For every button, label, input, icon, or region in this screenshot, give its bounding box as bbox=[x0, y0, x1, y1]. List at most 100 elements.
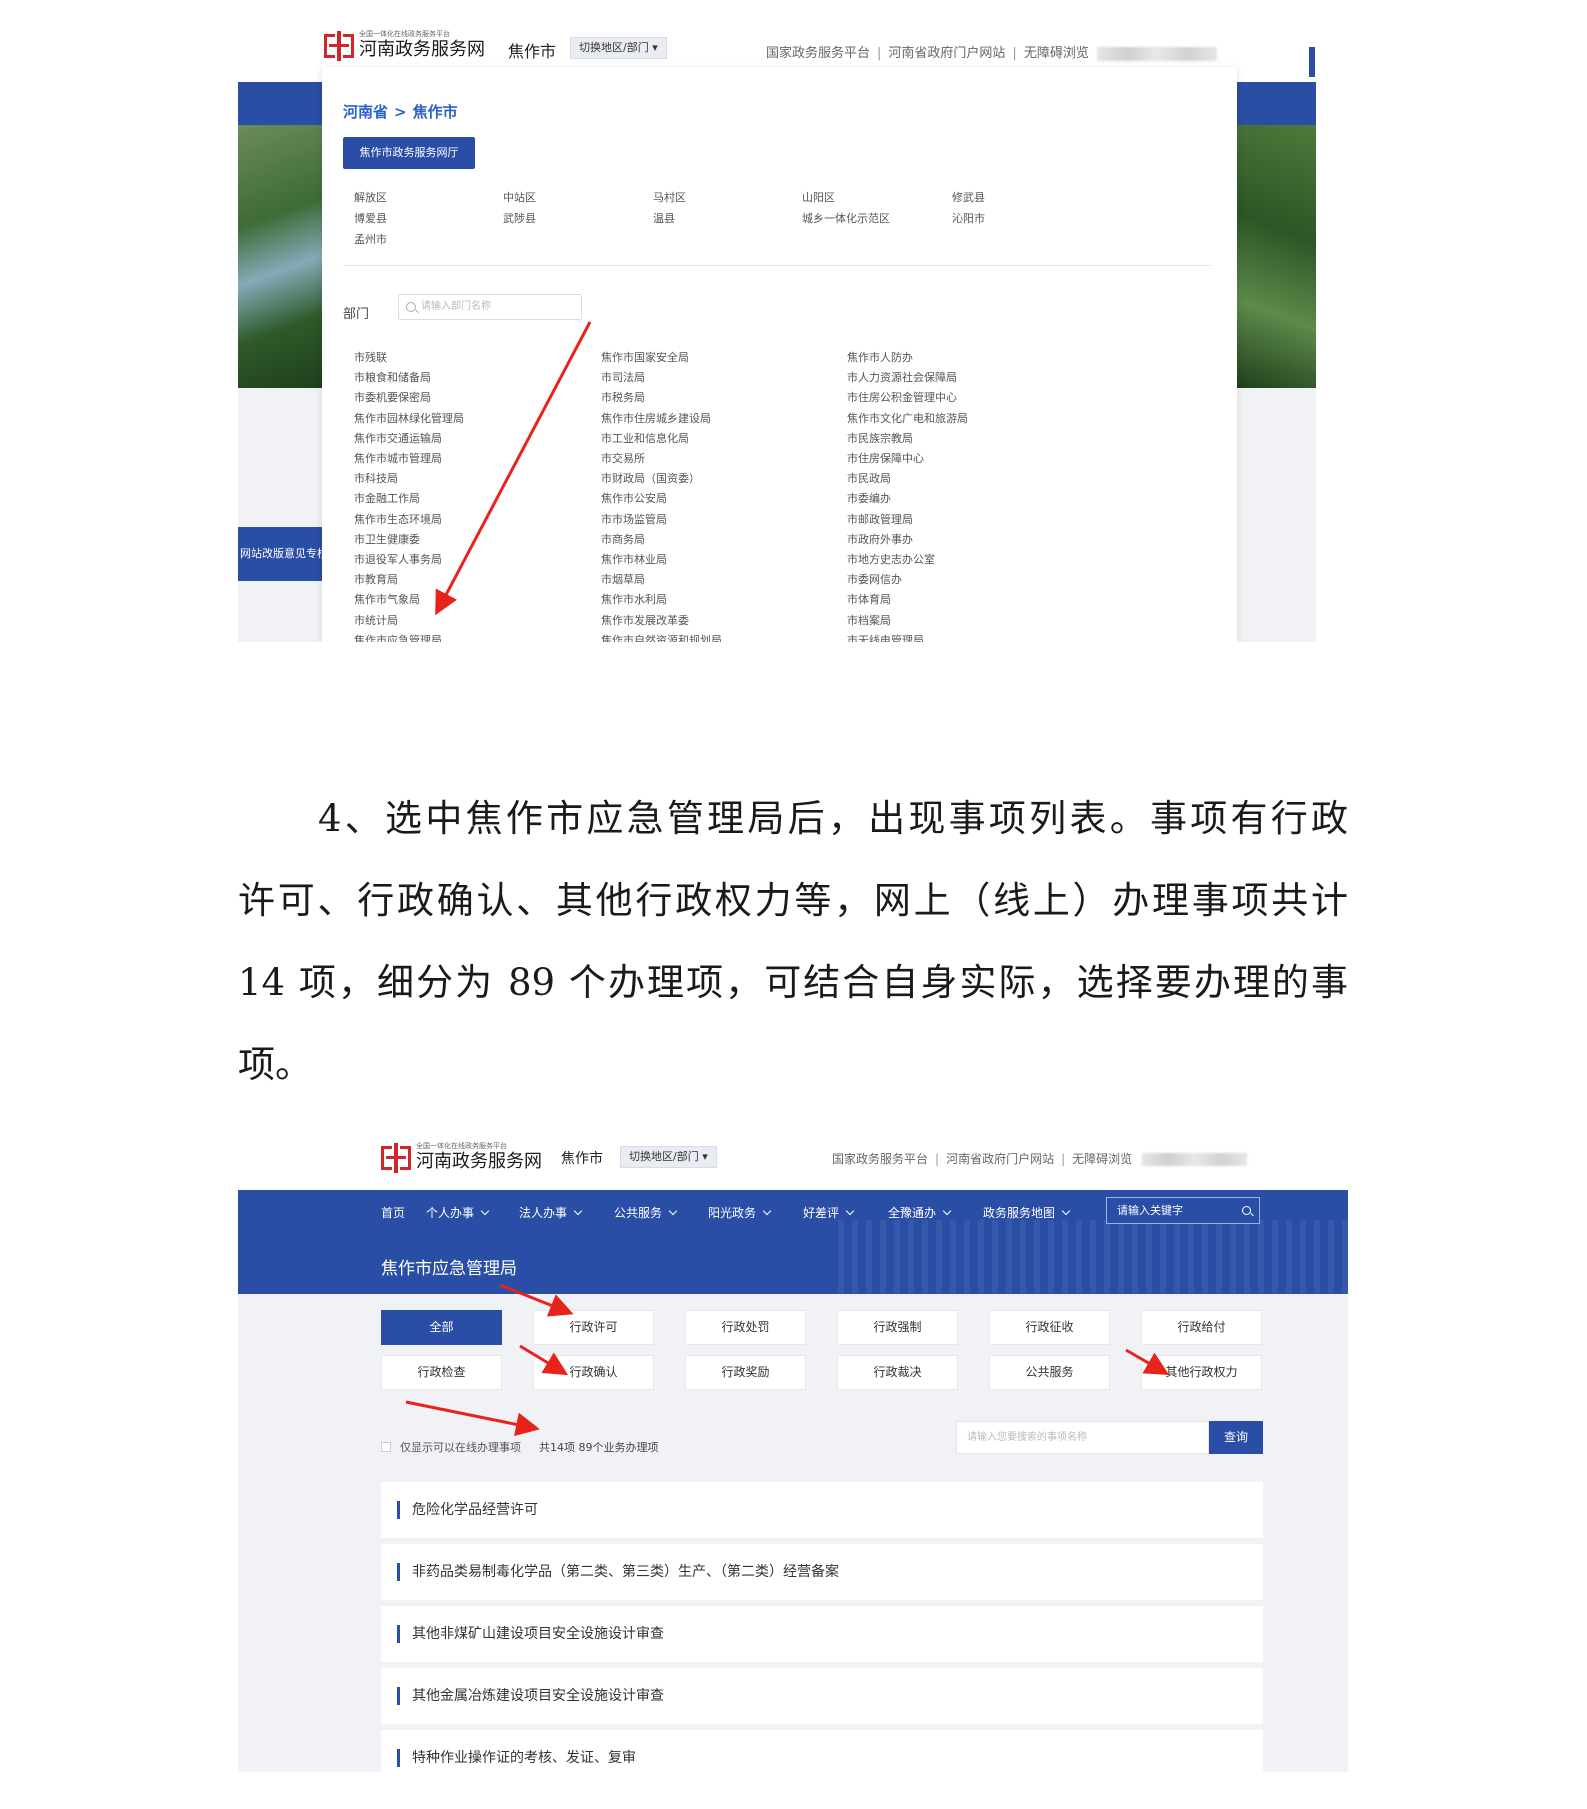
tab-administrative-reward[interactable]: 行政奖励 bbox=[685, 1355, 806, 1390]
department-link[interactable]: 市退役军人事务局 bbox=[354, 551, 442, 567]
query-button[interactable]: 查询 bbox=[1209, 1421, 1263, 1454]
keyword-search-input[interactable]: 请输入关键字 bbox=[1106, 1197, 1260, 1224]
nav-public-service[interactable]: 公共服务 bbox=[614, 1204, 678, 1221]
department-link[interactable]: 市工业和信息化局 bbox=[601, 430, 689, 446]
list-item[interactable]: 非药品类易制毒化学品（第二类、第三类）生产、（第二类）经营备案 bbox=[381, 1544, 1263, 1600]
district-link[interactable]: 温县 bbox=[653, 210, 675, 226]
tab-administrative-levy[interactable]: 行政征收 bbox=[989, 1310, 1110, 1345]
district-link[interactable]: 修武县 bbox=[952, 189, 985, 205]
department-link[interactable]: 市财政局（国资委） bbox=[601, 470, 700, 486]
department-link[interactable]: 焦作市应急管理局 bbox=[354, 632, 442, 642]
switch-region-button[interactable]: 切换地区/部门 ▾ bbox=[570, 37, 667, 59]
district-link[interactable]: 马村区 bbox=[653, 189, 686, 205]
item-search-input[interactable]: 请输入您要搜索的事项名称 bbox=[956, 1421, 1209, 1454]
department-link[interactable]: 市档案局 bbox=[847, 612, 891, 628]
department-link[interactable]: 市卫生健康委 bbox=[354, 531, 420, 547]
department-link[interactable]: 市残联 bbox=[354, 349, 387, 365]
department-search-input[interactable]: 请输入部门名称 bbox=[398, 294, 582, 320]
department-link[interactable]: 市交易所 bbox=[601, 450, 645, 466]
department-link[interactable]: 市统计局 bbox=[354, 612, 398, 628]
department-link[interactable]: 市教育局 bbox=[354, 571, 398, 587]
feedback-side-tag[interactable]: 网站改版意见专栏 bbox=[238, 527, 322, 581]
department-link[interactable]: 市市场监管局 bbox=[601, 511, 667, 527]
list-item[interactable]: 其他金属冶炼建设项目安全设施设计审查 bbox=[381, 1668, 1263, 1724]
department-link[interactable]: 市体育局 bbox=[847, 591, 891, 607]
district-link[interactable]: 武陟县 bbox=[503, 210, 536, 226]
top-link-national[interactable]: 国家政务服务平台 bbox=[766, 46, 870, 61]
nav-personal[interactable]: 个人办事 bbox=[426, 1204, 490, 1221]
nav-open-government[interactable]: 阳光政务 bbox=[708, 1204, 772, 1221]
nav-province-wide[interactable]: 全豫通办 bbox=[888, 1204, 952, 1221]
department-link[interactable]: 市人力资源社会保障局 bbox=[847, 369, 957, 385]
tab-administrative-enforcement[interactable]: 行政强制 bbox=[837, 1310, 958, 1345]
top-link-national[interactable]: 国家政务服务平台 bbox=[832, 1152, 928, 1166]
top-link-provincial[interactable]: 河南省政府门户网站 bbox=[946, 1152, 1054, 1166]
department-link[interactable]: 市商务局 bbox=[601, 531, 645, 547]
top-link-accessibility[interactable]: 无障碍浏览 bbox=[1072, 1152, 1132, 1166]
department-link[interactable]: 市民政局 bbox=[847, 470, 891, 486]
district-link[interactable]: 解放区 bbox=[354, 189, 387, 205]
department-link[interactable]: 市住房保障中心 bbox=[847, 450, 924, 466]
department-link[interactable]: 焦作市发展改革委 bbox=[601, 612, 689, 628]
department-link[interactable]: 市委编办 bbox=[847, 490, 891, 506]
list-item[interactable]: 其他非煤矿山建设项目安全设施设计审查 bbox=[381, 1606, 1263, 1662]
site-logo[interactable]: 全国一体化在线政务服务平台 河南政务服务网 bbox=[381, 1142, 542, 1173]
tab-administrative-confirmation[interactable]: 行政确认 bbox=[533, 1355, 654, 1390]
department-link[interactable]: 市金融工作局 bbox=[354, 490, 420, 506]
nav-home[interactable]: 首页 bbox=[381, 1204, 405, 1221]
nav-corporate[interactable]: 法人办事 bbox=[519, 1204, 583, 1221]
department-link[interactable]: 焦作市自然资源和规划局 bbox=[601, 632, 722, 642]
online-only-checkbox[interactable] bbox=[381, 1442, 391, 1452]
district-link[interactable]: 孟州市 bbox=[354, 231, 387, 247]
department-link[interactable]: 焦作市交通运输局 bbox=[354, 430, 442, 446]
list-item[interactable]: 危险化学品经营许可 bbox=[381, 1482, 1263, 1538]
department-link[interactable]: 市委机要保密局 bbox=[354, 389, 431, 405]
department-link[interactable]: 市无线电管理局 bbox=[847, 632, 924, 642]
department-link[interactable]: 市邮政管理局 bbox=[847, 511, 913, 527]
department-link[interactable]: 市地方史志办公室 bbox=[847, 551, 935, 567]
breadcrumb-city[interactable]: 焦作市 bbox=[413, 103, 458, 121]
department-link[interactable]: 焦作市生态环境局 bbox=[354, 511, 442, 527]
department-link[interactable]: 焦作市园林绿化管理局 bbox=[354, 410, 464, 426]
nav-rating[interactable]: 好差评 bbox=[803, 1204, 855, 1221]
tab-administrative-license[interactable]: 行政许可 bbox=[533, 1310, 654, 1345]
department-link[interactable]: 市粮食和储备局 bbox=[354, 369, 431, 385]
district-link[interactable]: 山阳区 bbox=[802, 189, 835, 205]
department-link[interactable]: 市司法局 bbox=[601, 369, 645, 385]
tab-all[interactable]: 全部 bbox=[381, 1310, 502, 1345]
district-link[interactable]: 中站区 bbox=[503, 189, 536, 205]
department-link[interactable]: 焦作市水利局 bbox=[601, 591, 667, 607]
department-link[interactable]: 焦作市公安局 bbox=[601, 490, 667, 506]
tab-other-administrative-power[interactable]: 其他行政权力 bbox=[1141, 1355, 1262, 1390]
tab-administrative-payment[interactable]: 行政给付 bbox=[1141, 1310, 1262, 1345]
department-link[interactable]: 市烟草局 bbox=[601, 571, 645, 587]
department-link[interactable]: 焦作市气象局 bbox=[354, 591, 420, 607]
district-link[interactable]: 沁阳市 bbox=[952, 210, 985, 226]
switch-region-button[interactable]: 切换地区/部门 ▾ bbox=[620, 1146, 717, 1168]
department-link[interactable]: 市住房公积金管理中心 bbox=[847, 389, 957, 405]
department-link[interactable]: 焦作市人防办 bbox=[847, 349, 913, 365]
district-link[interactable]: 城乡一体化示范区 bbox=[802, 210, 890, 226]
top-link-accessibility[interactable]: 无障碍浏览 bbox=[1024, 46, 1089, 61]
department-link[interactable]: 市民族宗教局 bbox=[847, 430, 913, 446]
department-link[interactable]: 焦作市林业局 bbox=[601, 551, 667, 567]
department-link[interactable]: 市科技局 bbox=[354, 470, 398, 486]
department-link[interactable]: 焦作市国家安全局 bbox=[601, 349, 689, 365]
department-link[interactable]: 市税务局 bbox=[601, 389, 645, 405]
breadcrumb-province[interactable]: 河南省 bbox=[343, 103, 388, 121]
department-link[interactable]: 焦作市城市管理局 bbox=[354, 450, 442, 466]
department-link[interactable]: 焦作市文化广电和旅游局 bbox=[847, 410, 968, 426]
department-link[interactable]: 焦作市住房城乡建设局 bbox=[601, 410, 711, 426]
district-link[interactable]: 博爱县 bbox=[354, 210, 387, 226]
nav-service-map[interactable]: 政务服务地图 bbox=[983, 1204, 1071, 1221]
tab-public-service[interactable]: 公共服务 bbox=[989, 1355, 1110, 1390]
site-logo[interactable]: 全国一体化在线政务服务平台 河南政务服务网 bbox=[324, 30, 485, 61]
city-service-hall-button[interactable]: 焦作市政务服务网厅 bbox=[343, 137, 475, 169]
department-link[interactable]: 市政府外事办 bbox=[847, 531, 913, 547]
department-link[interactable]: 市委网信办 bbox=[847, 571, 902, 587]
list-item[interactable]: 特种作业操作证的考核、发证、复审 bbox=[381, 1730, 1263, 1772]
tab-administrative-inspection[interactable]: 行政检查 bbox=[381, 1355, 502, 1390]
tab-administrative-ruling[interactable]: 行政裁决 bbox=[837, 1355, 958, 1390]
tab-administrative-penalty[interactable]: 行政处罚 bbox=[685, 1310, 806, 1345]
top-link-provincial[interactable]: 河南省政府门户网站 bbox=[888, 46, 1005, 61]
